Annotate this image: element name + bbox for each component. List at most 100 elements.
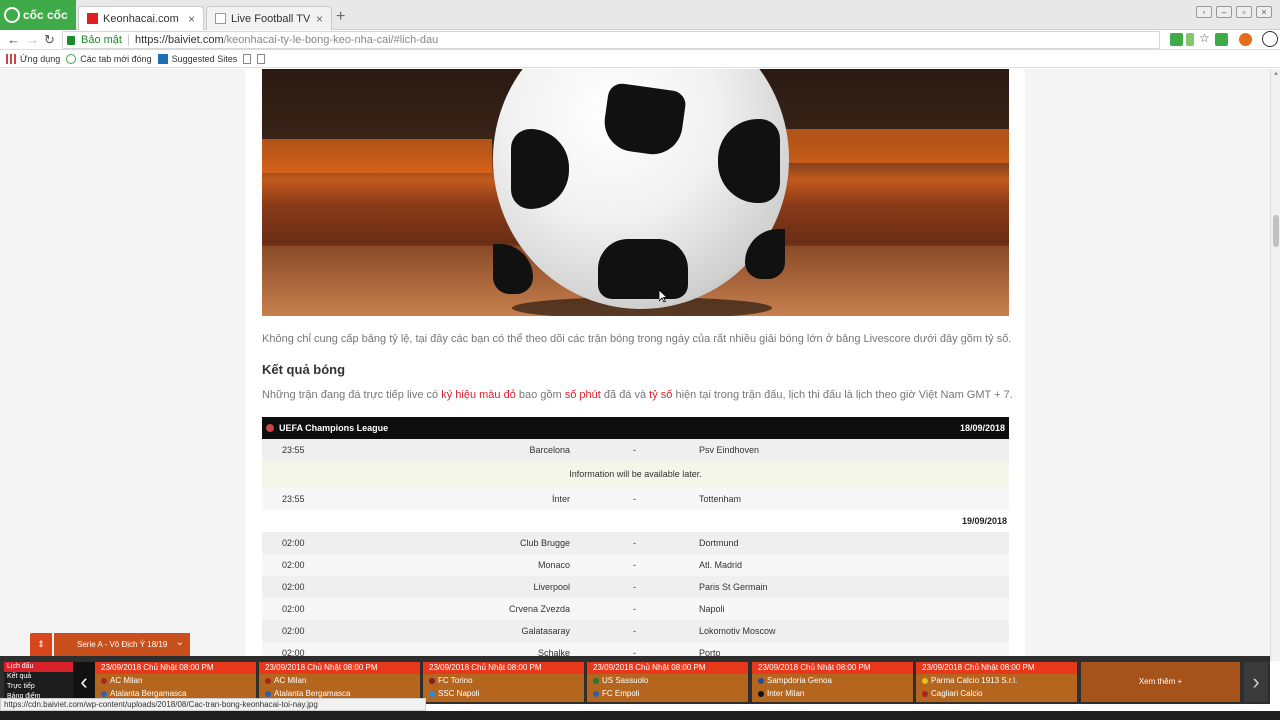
back-icon[interactable]: ← — [7, 32, 20, 47]
scrollbar-thumb[interactable] — [1273, 215, 1279, 247]
note-text: hiện tại trong trận đấu, lịch thi đấu là… — [672, 389, 1013, 401]
brand-name: cốc cốc — [23, 8, 68, 22]
shopping-cart-icon[interactable] — [1170, 33, 1183, 46]
league-select-label: Serie A - Vô Địch Ý 18/19 — [77, 640, 168, 649]
away-team: Atl. Madrid — [699, 560, 743, 570]
match-date: 18/09/2018 — [959, 423, 1005, 433]
score: - — [633, 445, 636, 455]
page-scrollbar[interactable]: ▲ — [1270, 69, 1280, 661]
page-favicon-icon — [215, 13, 226, 24]
fixture-home: Sampdoria Genoa — [752, 674, 913, 687]
browser-tab-bar: cốc cốc Keonhacai.com - Kèo nhà cái × Li… — [0, 0, 1280, 30]
bookmark-star-icon[interactable]: ☆ — [1199, 31, 1212, 45]
fixture-card[interactable]: 23/09/2018 Chủ Nhật 08:00 PM AC Milan At… — [95, 662, 256, 702]
download-icon[interactable] — [1215, 33, 1228, 46]
bookmark-suggested-sites[interactable]: Suggested Sites — [157, 53, 237, 64]
fixture-card[interactable]: 23/09/2018 Chủ Nhật 08:00 PM AC Milan At… — [259, 662, 420, 702]
away-team: Paris St Germain — [699, 582, 768, 592]
league-select[interactable]: Serie A - Vô Địch Ý 18/19 ⌄ — [54, 633, 190, 656]
collapse-ticker-button[interactable]: ⇕ — [30, 633, 52, 656]
fixture-home: AC Milan — [259, 674, 420, 687]
scroll-up-icon[interactable]: ▲ — [1273, 71, 1279, 77]
match-row[interactable]: 02:00 Crvena Zvezda - Napoli — [262, 598, 1009, 620]
tab-keonhacai[interactable]: Keonhacai.com - Kèo nhà cái × — [78, 6, 204, 30]
tab-title: Keonhacai.com - Kèo nhà cái — [103, 12, 182, 25]
team-name: SSC Napoli — [438, 689, 480, 698]
fixture-away: SSC Napoli — [423, 687, 584, 700]
fixture-date: 23/09/2018 Chủ Nhật 08:00 PM — [95, 662, 256, 674]
reload-icon[interactable]: ↻ — [44, 32, 55, 48]
user-icon[interactable]: ◦ — [1196, 6, 1212, 18]
new-tab-button[interactable]: + — [336, 8, 345, 26]
team-name: Parma Calcio 1913 S.r.l. — [931, 676, 1018, 685]
lock-icon — [67, 35, 75, 45]
page-bookmark-icon[interactable] — [243, 53, 252, 64]
fixture-card[interactable]: 23/09/2018 Chủ Nhật 08:00 PM Sampdoria G… — [752, 662, 913, 702]
fixture-home: US Sassuolo — [587, 674, 748, 687]
minimize-icon[interactable]: – — [1216, 6, 1232, 18]
fixture-date: 23/09/2018 Chủ Nhật 08:00 PM — [916, 662, 1077, 674]
away-team: Dortmund — [699, 538, 739, 548]
menu-item-ket-qua[interactable]: Kết quả — [4, 672, 73, 682]
background-stripe — [782, 129, 1009, 163]
forward-icon[interactable]: → — [26, 32, 39, 47]
url-host: https://baiviet.com — [134, 34, 224, 46]
menu-item-lich-dau[interactable]: Lịch đấu — [4, 662, 73, 672]
page-margin-left — [0, 69, 245, 661]
match-time: 02:00 — [282, 626, 305, 636]
menu-item-truc-tiep[interactable]: Trực tiếp — [4, 682, 73, 692]
league-name: UEFA Champions League — [279, 423, 389, 433]
date-divider: 19/09/2018 — [262, 510, 1009, 532]
note-highlight: tỷ số — [649, 389, 673, 401]
close-tab-icon[interactable]: × — [188, 12, 195, 26]
team-name: Inter Milan — [767, 689, 805, 698]
league-flag-icon — [266, 424, 274, 432]
team-name: US Sassuolo — [602, 676, 649, 685]
page-bookmark-icon[interactable] — [257, 53, 266, 64]
team-name: FC Empoli — [602, 689, 640, 698]
away-team: Tottenham — [699, 494, 742, 504]
note-highlight: ký hiệu màu đỏ — [441, 389, 516, 401]
maximize-icon[interactable]: ▫ — [1236, 6, 1252, 18]
window-controls: ◦ – ▫ × — [1196, 6, 1272, 18]
chevron-down-icon: ⌄ — [175, 637, 184, 648]
bookmark-recent-tabs[interactable]: Các tab mới đóng — [66, 53, 152, 64]
see-more-button[interactable]: Xem thêm + — [1081, 662, 1240, 702]
match-row[interactable]: 23:55 Barcelona - Psv Eindhoven — [262, 439, 1009, 461]
score: - — [633, 626, 636, 636]
match-row[interactable]: 02:00 Club Brugge - Dortmund — [262, 532, 1009, 554]
bookmarks-bar: Ứng dụng Các tab mới đóng Suggested Site… — [0, 50, 1280, 68]
match-row[interactable]: 02:00 Galatasaray - Lokomotiv Moscow — [262, 620, 1009, 642]
team-crest-icon — [593, 690, 599, 697]
close-window-icon[interactable]: × — [1256, 6, 1272, 18]
ball-patch — [745, 229, 785, 279]
bookmark-apps[interactable]: Ứng dụng — [6, 53, 61, 64]
bookmark-label: Ứng dụng — [20, 53, 61, 64]
browser-menu-icon[interactable] — [1262, 31, 1278, 47]
close-tab-icon[interactable]: × — [316, 12, 323, 26]
match-row[interactable]: 23:55 İnter - Tottenham — [262, 488, 1009, 510]
window-bottom-frame — [0, 711, 1280, 720]
note-text: bao gồm — [515, 389, 565, 401]
fixture-card[interactable]: 23/09/2018 Chủ Nhật 08:00 PM Parma Calci… — [916, 662, 1077, 702]
fixture-card[interactable]: 23/09/2018 Chủ Nhật 08:00 PM FC Torino S… — [423, 662, 584, 702]
match-row[interactable]: 02:00 Monaco - Atl. Madrid — [262, 554, 1009, 576]
ticker-next-icon[interactable]: › — [1244, 662, 1268, 702]
score: - — [633, 604, 636, 614]
ball-patch — [511, 129, 569, 209]
fixture-card[interactable]: 23/09/2018 Chủ Nhật 08:00 PM US Sassuolo… — [587, 662, 748, 702]
tab-live-football[interactable]: Live Football TV Online × — [206, 6, 332, 30]
browser-brand-logo[interactable]: cốc cốc — [0, 0, 76, 30]
fixture-away: Cagliari Calcio — [916, 687, 1077, 700]
match-row[interactable]: 02:00 Liverpool - Paris St Germain — [262, 576, 1009, 598]
match-time: 23:55 — [282, 494, 305, 504]
league-header[interactable]: UEFA Champions League 18/09/2018 — [262, 417, 1009, 439]
match-info-text: Information will be available later. — [569, 469, 702, 479]
price-icon[interactable] — [1186, 33, 1194, 46]
bing-icon — [157, 53, 168, 64]
omnibox[interactable]: Bảo mật https://baiviet.com /keonhacai-t… — [62, 31, 1160, 49]
note-text: đã đá và — [600, 389, 650, 401]
history-icon — [66, 53, 77, 64]
extension-icon[interactable] — [1239, 33, 1252, 46]
ticker-prev-icon[interactable]: ‹ — [73, 662, 95, 702]
